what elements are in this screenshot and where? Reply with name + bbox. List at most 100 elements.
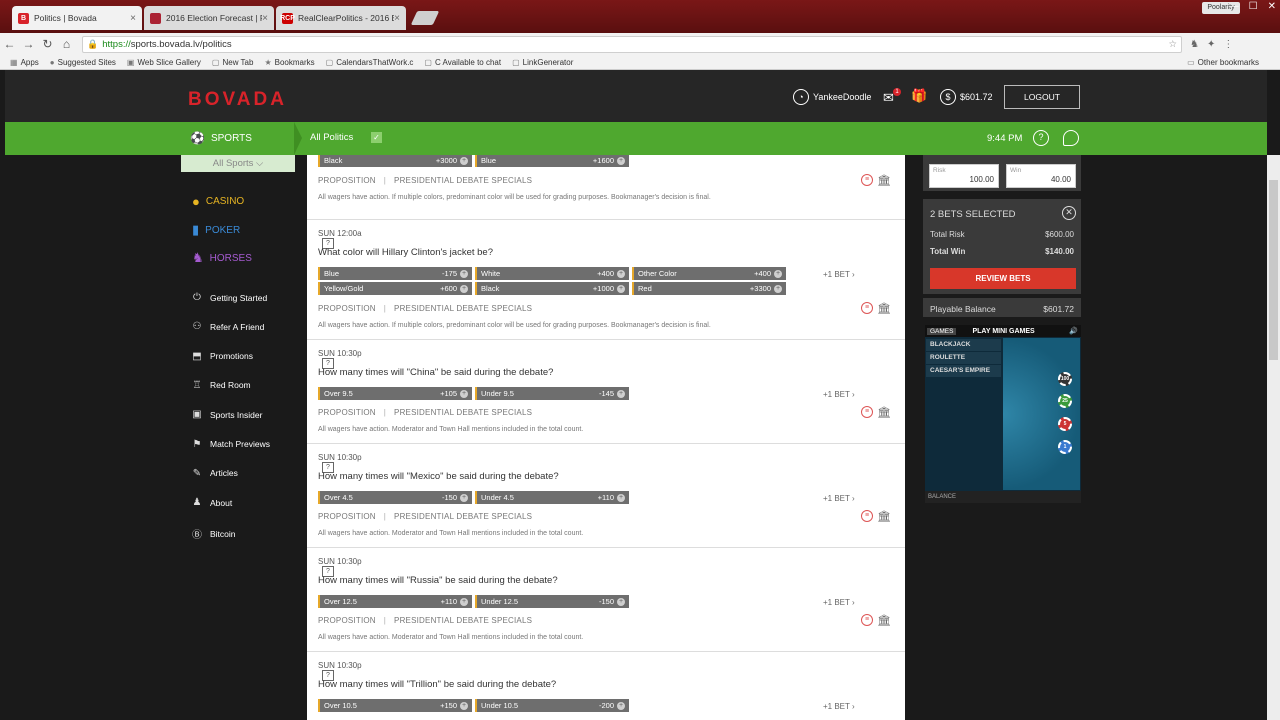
sidebar-item-sports-insider[interactable]: ▣ Sports Insider: [191, 409, 262, 420]
odds-button[interactable]: Black +3000 +: [318, 155, 472, 167]
more-bets-link[interactable]: +1 BET ›: [823, 598, 855, 607]
odds-button[interactable]: Over 10.5 +150 +: [318, 699, 472, 712]
bookmark-item[interactable]: ▭ Other bookmarks: [1187, 58, 1259, 67]
more-bets-link[interactable]: +1 BET ›: [823, 270, 855, 279]
odds-button[interactable]: Blue +1600 +: [475, 155, 629, 167]
close-tab-icon[interactable]: ×: [130, 13, 136, 24]
rules-icon[interactable]: ≡: [861, 302, 873, 314]
games-tab[interactable]: GAMES: [927, 327, 957, 335]
volume-icon[interactable]: 🔊: [1069, 327, 1078, 335]
chip-icon[interactable]: 100: [1058, 372, 1072, 386]
odds-button[interactable]: Over 9.5 +105 +: [318, 387, 472, 400]
chip-icon[interactable]: 1: [1058, 440, 1072, 454]
sidebar-item-refer-a-friend[interactable]: ⚇ Refer A Friend: [191, 321, 265, 332]
odds-button[interactable]: White +400 +: [475, 267, 629, 280]
odds-button[interactable]: Under 12.5 -150 +: [475, 595, 629, 608]
odds-button[interactable]: Over 4.5 -150 +: [318, 491, 472, 504]
close-tab-icon[interactable]: ×: [262, 13, 268, 24]
odds-button[interactable]: Red +3300 +: [632, 282, 786, 295]
close-window-icon[interactable]: ✕: [1268, 1, 1276, 12]
bank-icon[interactable]: 🏛: [877, 510, 891, 523]
balance-display[interactable]: $ $601.72: [940, 89, 993, 105]
rules-icon[interactable]: ≡: [861, 406, 873, 418]
odds-button[interactable]: Under 9.5 -145 +: [475, 387, 629, 400]
brand-link-poker[interactable]: ▮ POKER: [192, 222, 240, 238]
bank-icon[interactable]: 🏛: [877, 614, 891, 627]
bookmark-item[interactable]: ▦ Apps: [10, 58, 39, 67]
extensions: ♞ ✦ ⋮: [1190, 39, 1233, 50]
minimize-icon[interactable]: —: [1229, 1, 1239, 12]
bookmark-item[interactable]: ▢ CalendarsThatWork.c: [326, 58, 414, 67]
sidebar-item-articles[interactable]: ✎ Articles: [191, 468, 238, 479]
risk-field[interactable]: Risk 100.00: [929, 164, 999, 188]
bank-icon[interactable]: 🏛: [877, 406, 891, 419]
maximize-icon[interactable]: ☐: [1249, 1, 1258, 12]
odds-button[interactable]: Under 4.5 +110 +: [475, 491, 629, 504]
odds-button[interactable]: Yellow/Gold +600 +: [318, 282, 472, 295]
extension-icon[interactable]: ✦: [1207, 39, 1215, 50]
rules-icon[interactable]: ≡: [861, 614, 873, 626]
bookmark-item[interactable]: ★ Bookmarks: [264, 58, 314, 67]
bookmark-item[interactable]: ▢ LinkGenerator: [512, 58, 573, 67]
reload-icon[interactable]: ↻: [38, 37, 57, 51]
blackjack-table[interactable]: 100 25 5 1: [1003, 338, 1080, 490]
bookmark-item[interactable]: ▢ New Tab: [212, 58, 254, 67]
menu-icon[interactable]: ⋮: [1223, 39, 1233, 50]
more-bets-link[interactable]: +1 BET ›: [823, 390, 855, 399]
sidebar-item-label: Sports Insider: [210, 409, 263, 420]
odds-button[interactable]: Under 10.5 -200 +: [475, 699, 629, 712]
mini-game-item[interactable]: ROULETTE: [926, 352, 1001, 364]
bookmark-item[interactable]: ▣ Web Slice Gallery: [127, 58, 201, 67]
chip-icon[interactable]: 5: [1058, 417, 1072, 431]
odds-button[interactable]: Blue -175 +: [318, 267, 472, 280]
brand-link-horses[interactable]: ♞ HORSES: [192, 250, 252, 266]
bookmark-item[interactable]: ● Suggested Sites: [50, 58, 116, 67]
bank-icon[interactable]: 🏛: [877, 174, 891, 187]
category-dropdown-icon[interactable]: ✓: [371, 132, 382, 143]
new-tab-button[interactable]: [410, 11, 440, 25]
bookmark-star-icon[interactable]: ☆: [1168, 39, 1177, 50]
sidebar-item-bitcoin[interactable]: Ⓑ Bitcoin: [191, 526, 236, 542]
home-icon[interactable]: ⌂: [57, 37, 76, 51]
window-controls[interactable]: — ☐ ✕: [1229, 1, 1276, 12]
mini-game-item[interactable]: CAESAR'S EMPIRE: [926, 365, 1001, 377]
rules-icon[interactable]: ≡: [861, 174, 873, 186]
bank-icon[interactable]: 🏛: [877, 302, 891, 315]
win-field[interactable]: Win 40.00: [1006, 164, 1076, 188]
brand-link-casino[interactable]: ● CASINO: [192, 194, 244, 209]
account-menu[interactable]: ◔ YankeeDoodle: [793, 89, 871, 105]
sidebar-item-red-room[interactable]: ♖ Red Room: [191, 380, 251, 391]
url-field[interactable]: 🔒 https://sports.bovada.lv/politics ☆: [82, 35, 1182, 53]
odds-button[interactable]: Black +1000 +: [475, 282, 629, 295]
browser-tab[interactable]: B Politics | Bovada ×: [12, 6, 142, 30]
sports-menu[interactable]: ⚽ SPORTS: [190, 131, 252, 145]
bookmark-item[interactable]: ▢ C Available to chat: [424, 58, 501, 67]
browser-tab[interactable]: RCP RealClearPolitics - 2016 E ×: [276, 6, 406, 30]
review-bets-button[interactable]: REVIEW BETS: [930, 268, 1076, 289]
chat-icon[interactable]: [1063, 130, 1079, 146]
odds-button[interactable]: Other Color +400 +: [632, 267, 786, 280]
help-icon[interactable]: ?: [1033, 130, 1049, 146]
close-tab-icon[interactable]: ×: [394, 13, 400, 24]
sidebar-item-getting-started[interactable]: ⏻ Getting Started: [191, 292, 267, 303]
all-sports-dropdown[interactable]: All Sports ⌵: [181, 155, 295, 172]
chip-icon[interactable]: 25: [1058, 394, 1072, 408]
scrollbar-thumb[interactable]: [1269, 180, 1278, 360]
sidebar-item-about[interactable]: ♟ About: [191, 497, 233, 508]
logout-button[interactable]: LOGOUT: [1004, 85, 1080, 109]
odds-button[interactable]: Over 12.5 +110 +: [318, 595, 472, 608]
more-bets-link[interactable]: +1 BET ›: [823, 702, 855, 711]
forward-icon[interactable]: →: [19, 37, 38, 51]
gift-icon[interactable]: 🎁: [911, 88, 927, 104]
sidebar-item-promotions[interactable]: ⬒ Promotions: [191, 351, 253, 362]
category-breadcrumb[interactable]: All Politics: [310, 132, 353, 143]
back-icon[interactable]: ←: [0, 37, 19, 51]
close-betslip-icon[interactable]: ✕: [1062, 206, 1076, 220]
mini-game-item[interactable]: BLACKJACK: [926, 339, 1001, 351]
more-bets-link[interactable]: +1 BET ›: [823, 494, 855, 503]
browser-tab[interactable]: 2016 Election Forecast | F ×: [144, 6, 274, 30]
extension-icon[interactable]: ♞: [1190, 39, 1199, 50]
sidebar-item-match-previews[interactable]: ⚑ Match Previews: [191, 439, 270, 450]
bovada-logo[interactable]: BOVADA: [188, 89, 287, 111]
rules-icon[interactable]: ≡: [861, 510, 873, 522]
